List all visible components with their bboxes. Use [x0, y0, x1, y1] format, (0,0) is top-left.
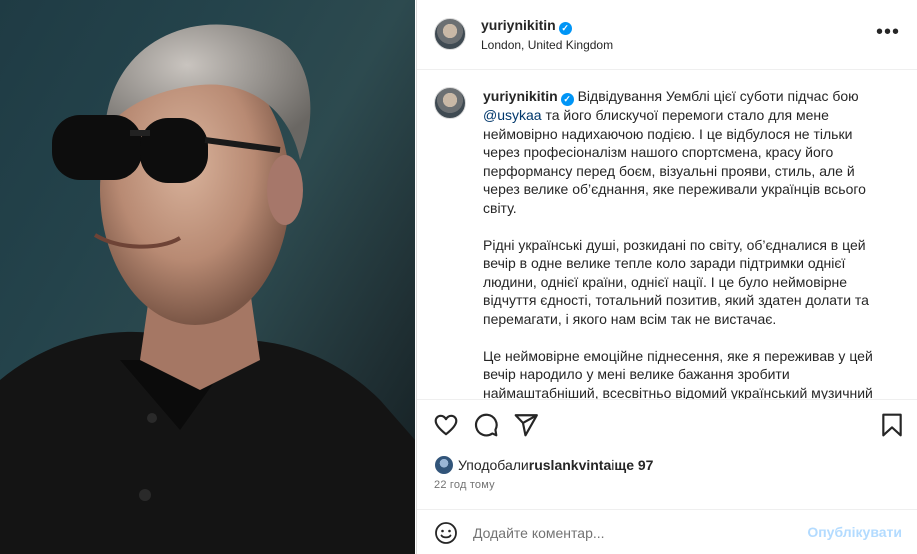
author-avatar[interactable]	[434, 18, 466, 50]
liker-username[interactable]: ruslankvinta	[529, 457, 611, 473]
likes-count[interactable]: ще 97	[614, 457, 653, 473]
likes-prefix: Уподобали	[458, 457, 529, 473]
heart-icon[interactable]	[433, 412, 459, 438]
man-with-sunglasses-photo	[0, 24, 415, 554]
verified-badge-icon: ✓	[560, 93, 574, 106]
bookmark-icon[interactable]	[879, 412, 905, 438]
post-caption: yuriynikitin ✓ Відвідування Уемблі цієї с…	[483, 87, 883, 400]
caption-text: та його блискучої перемоги стало для мен…	[483, 107, 866, 216]
post-photo	[0, 0, 415, 554]
liker-avatar[interactable]	[434, 455, 454, 475]
mention-link[interactable]: @usykaa	[483, 107, 542, 123]
post-header: yuriynikitin ✓ London, United Kingdom •••	[417, 0, 917, 70]
comment-icon[interactable]	[473, 412, 499, 438]
caption-text: Відвідування Уемблі цієї суботи підчас б…	[573, 88, 859, 104]
post-comment-button[interactable]: Опублікувати	[807, 524, 902, 540]
more-options-icon[interactable]: •••	[876, 22, 900, 42]
paper-plane-icon[interactable]	[513, 412, 539, 438]
comment-input[interactable]	[473, 522, 793, 544]
divider	[417, 399, 917, 400]
caption-area[interactable]: yuriynikitin ✓ Відвідування Уемблі цієї с…	[417, 71, 917, 400]
caption-paragraph-1: yuriynikitin ✓ Відвідування Уемблі цієї с…	[483, 87, 883, 217]
likes-summary[interactable]: Уподобали ruslankvinta і ще 97	[434, 454, 653, 476]
post-location[interactable]: London, United Kingdom	[481, 38, 613, 52]
caption-username[interactable]: yuriynikitin	[483, 88, 558, 104]
caption-avatar[interactable]	[434, 87, 466, 119]
comment-bar: Опублікувати	[417, 509, 917, 554]
post-timestamp[interactable]: 22 год тому	[434, 479, 495, 491]
caption-paragraph-2: Рідні українські душі, розкидані по світ…	[483, 236, 869, 327]
author-username-text[interactable]: yuriynikitin	[481, 17, 556, 33]
verified-badge-icon: ✓	[558, 22, 572, 35]
post-panel: yuriynikitin ✓ London, United Kingdom •••…	[416, 0, 917, 554]
action-bar	[433, 412, 903, 442]
emoji-icon[interactable]	[434, 521, 458, 545]
author-username[interactable]: yuriynikitin ✓	[481, 17, 572, 35]
caption-paragraph-3: Це неймовірне емоційне піднесення, яке я…	[483, 347, 873, 401]
